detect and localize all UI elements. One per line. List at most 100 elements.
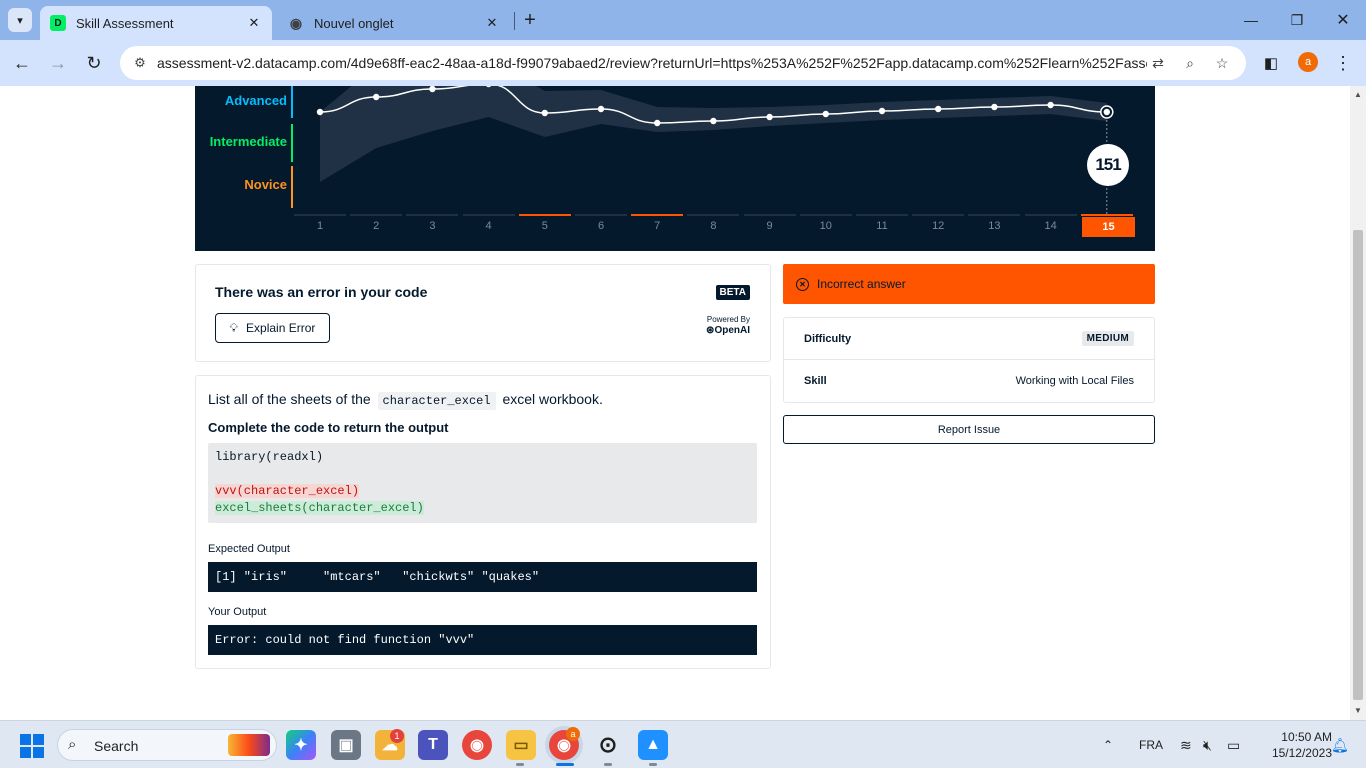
system-clock[interactable]: 10:50 AM 15/12/2023 [1252,729,1332,761]
close-tab-icon[interactable]: ✕ [482,13,502,33]
tab-search-button[interactable]: ▾ [8,8,32,32]
taskbar-search[interactable]: ⌕ Search [57,729,277,761]
score-point [429,86,436,93]
scroll-down-icon[interactable]: ▼ [1354,706,1362,715]
chrome-menu-button[interactable]: ⋮ [1330,50,1356,76]
volume-muted-icon[interactable]: 🔇︎ [1203,721,1212,768]
profile-badge: a [566,727,580,741]
score-point [935,105,942,113]
lightbulb-icon: 💡︎ [229,320,239,335]
wifi-icon[interactable]: ≋ [1180,721,1192,768]
cortana-ring-icon[interactable]: ⊙ [593,730,623,760]
scroll-up-icon[interactable]: ▲ [1354,90,1362,99]
photos-icon[interactable]: ▲ [638,730,668,760]
tab-title: Nouvel onglet [314,15,394,31]
tab-separator [514,12,515,30]
question-tick-line [799,214,852,216]
new-tab-button[interactable]: + [518,8,542,32]
question-tick-line [1080,214,1133,216]
question-number[interactable]: 5 [530,220,560,232]
tab-strip: ▾ D Skill Assessment ✕ ◉ Nouvel onglet ✕… [0,0,1366,40]
tab-skill-assessment[interactable]: D Skill Assessment ✕ [40,6,272,40]
question-number[interactable]: 6 [586,220,616,232]
question-number[interactable]: 7 [642,220,672,232]
code-diff-block: library(readxl) vvv(character_excel) exc… [208,443,757,523]
url-text[interactable]: assessment-v2.datacamp.com/4d9e68ff-eac2… [157,55,1147,71]
question-tick-line [1024,214,1077,216]
difficulty-badge: MEDIUM [1081,331,1134,346]
running-indicator [649,763,657,766]
close-tab-icon[interactable]: ✕ [244,13,264,33]
openai-label: OpenAI [714,325,750,336]
chrome-taskbar-icon[interactable]: ◉ [462,730,492,760]
question-number[interactable]: 14 [1036,220,1066,232]
question-tick-line [575,214,627,216]
minimize-button[interactable]: — [1228,0,1274,40]
restore-button[interactable]: ❐ [1274,0,1320,40]
question-number[interactable]: 1 [305,220,335,232]
task-view-icon[interactable]: ▣ [331,730,361,760]
x-circle-icon: ✕ [796,277,809,291]
bookmark-star-icon[interactable]: ☆ [1212,53,1232,73]
explain-error-label: Explain Error [246,321,316,335]
close-window-button[interactable]: ✕ [1320,0,1366,40]
current-question-marker[interactable]: 15 [1082,217,1135,237]
active-indicator [556,763,574,766]
windows-taskbar: ⌕ Search ✦ ▣ ☁ 1 T ◉ ▭ ◉ a ⊙ ▲ ⌃ FRA ≋ 🔇… [0,720,1366,768]
site-settings-icon[interactable]: ⚙ [130,53,150,73]
score-point [822,110,829,118]
input-language[interactable]: FRA [1139,721,1163,768]
incorrect-answer-banner: ✕ Incorrect answer [783,264,1155,304]
zoom-icon[interactable]: ⌕ [1180,53,1200,73]
profile-avatar[interactable]: a [1298,52,1318,72]
page-scrollbar[interactable]: ▲ ▼ [1350,86,1366,720]
question-tick-line [406,214,459,216]
reload-button[interactable]: ↻ [81,50,107,76]
question-tick-line [294,214,346,216]
score-point [597,105,605,113]
score-point [654,119,661,127]
report-issue-button[interactable]: Report Issue [783,415,1155,444]
file-explorer-icon[interactable]: ▭ [506,730,536,760]
chrome-icon: ◉ [289,14,303,31]
powered-by: Powered By ⊛OpenAI [706,315,750,336]
question-number[interactable]: 12 [923,220,953,232]
prompt-text-after: excel workbook. [502,391,603,407]
battery-icon[interactable]: ▭ [1227,721,1240,768]
translate-icon[interactable]: ⇄ [1148,53,1168,73]
score-point [541,109,548,117]
teams-icon[interactable]: T [418,730,448,760]
windows-start-button[interactable] [20,734,44,758]
scroll-thumb[interactable] [1353,230,1363,700]
question-number[interactable]: 3 [417,220,447,232]
question-number[interactable]: 9 [755,220,785,232]
copilot-icon[interactable]: ✦ [286,730,316,760]
question-tick-line [462,214,515,216]
question-number[interactable]: 11 [867,220,897,232]
question-number[interactable]: 10 [811,220,841,232]
clock-time: 10:50 AM [1281,730,1332,744]
notification-bell-icon[interactable]: 🔔︎ [1331,721,1349,768]
question-tick-line [912,214,965,216]
explain-error-button[interactable]: 💡︎ Explain Error [215,313,330,343]
question-tick-line [687,214,740,216]
tray-overflow-icon[interactable]: ⌃ [1103,721,1113,768]
back-button[interactable]: ← [9,50,35,76]
forward-button[interactable]: → [45,50,71,76]
beta-badge: BETA [715,285,750,300]
question-number[interactable]: 8 [698,220,728,232]
tab-new-tab[interactable]: ◉ Nouvel onglet ✕ [278,6,510,40]
arrow-left-icon: ← [13,52,31,73]
question-number[interactable]: 4 [474,220,504,232]
search-icon: ⌕ [68,736,77,753]
side-panel-button[interactable]: ◧ [1258,50,1284,76]
score-line-svg [316,86,1114,216]
score-point [710,117,717,125]
tab-title: Skill Assessment [76,15,174,31]
code-line-removed: vvv(character_excel) [215,484,360,498]
question-number[interactable]: 2 [361,220,391,232]
question-number[interactable]: 13 [979,220,1009,232]
reload-icon: ↻ [86,52,102,73]
address-bar[interactable]: ⚙ assessment-v2.datacamp.com/4d9e68ff-ea… [120,46,1246,80]
